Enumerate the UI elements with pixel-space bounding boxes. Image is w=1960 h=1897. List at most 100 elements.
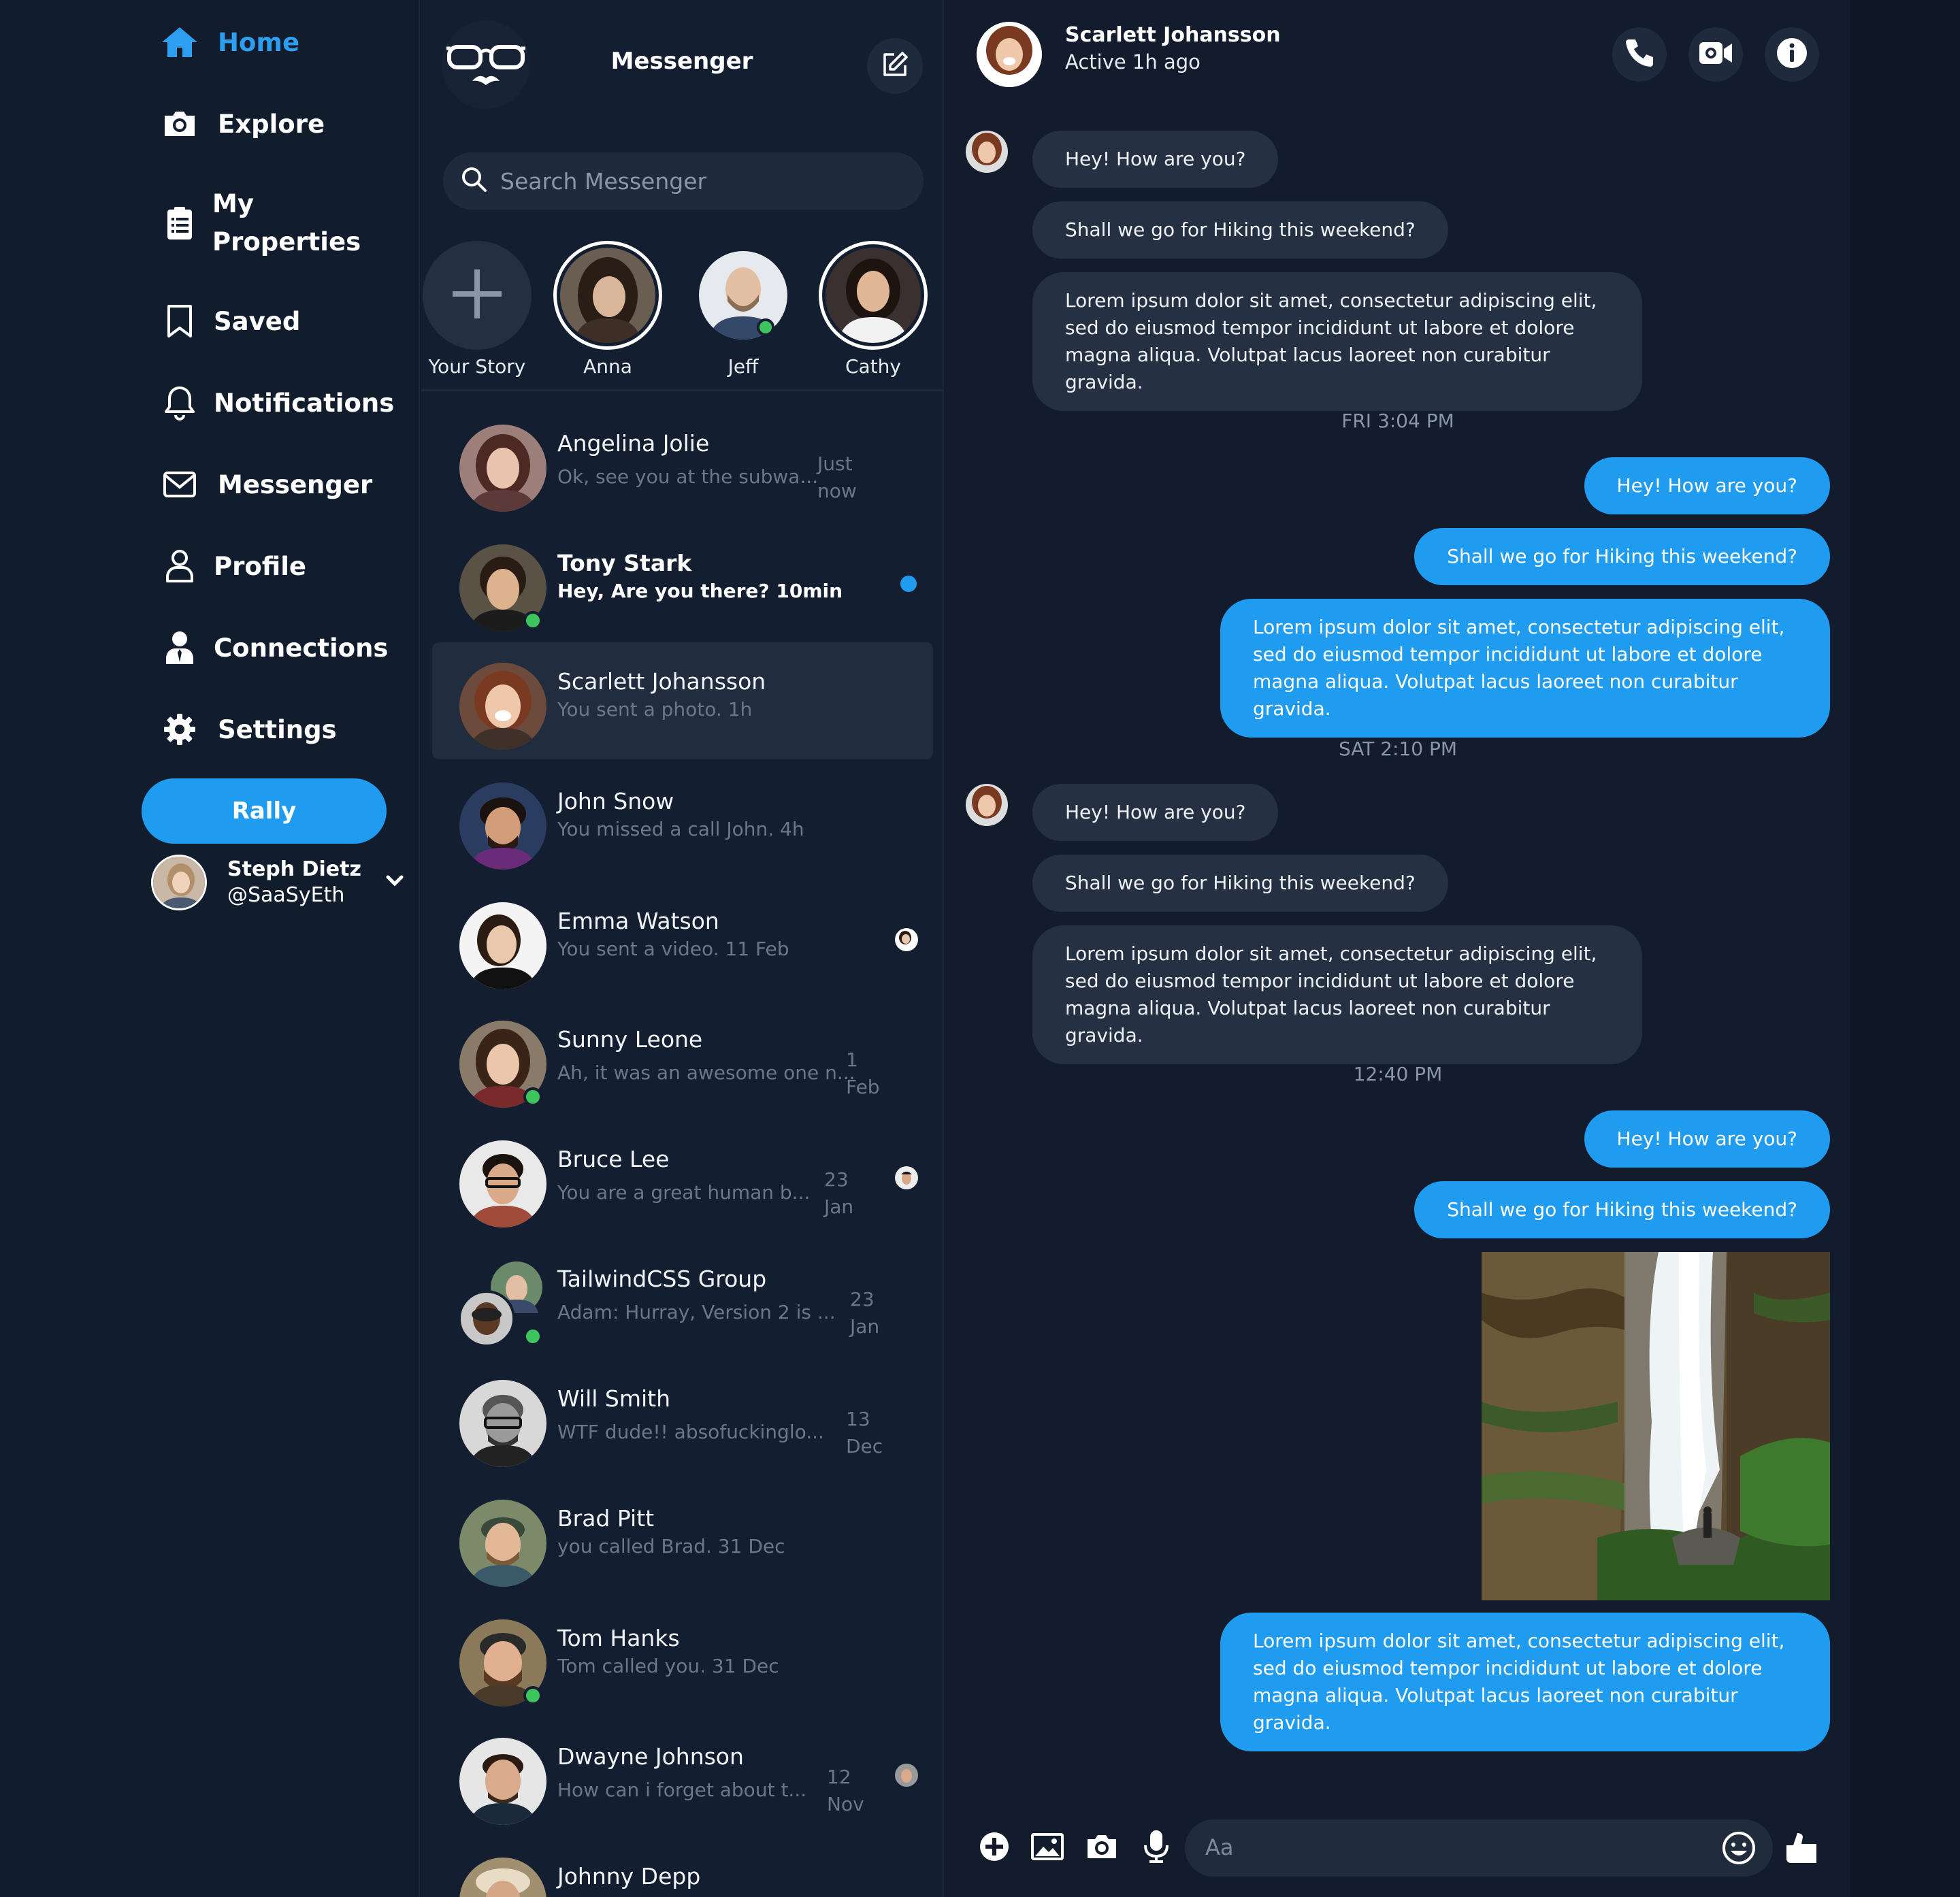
conversation-item[interactable]: Emma Watson You sent a video. 11 Feb [432, 882, 933, 999]
compose-button[interactable] [867, 38, 923, 94]
chevron-down-icon[interactable] [386, 875, 404, 890]
conversation-name: TailwindCSS Group [557, 1266, 767, 1292]
nav-settings[interactable]: Settings [161, 710, 337, 748]
nav-my-properties[interactable]: My Properties [161, 185, 361, 261]
messenger-title: Messenger [610, 48, 753, 75]
sender-avatar [966, 131, 1008, 173]
nav-messenger[interactable]: Messenger [161, 465, 372, 504]
nav-notifications[interactable]: Notifications [161, 384, 394, 422]
user-icon [161, 547, 199, 585]
bookmark-icon [161, 302, 199, 340]
conversation-item[interactable]: Bruce Lee You are a great human b... 23 J… [432, 1120, 933, 1237]
avatar [459, 425, 546, 512]
conversation-item[interactable]: Tony Stark Hey, Are you there? 10min [432, 524, 933, 641]
nav-saved[interactable]: Saved [161, 302, 300, 340]
conversation-preview: WTF dude!! absofuckinglo... [557, 1421, 824, 1443]
message-outgoing: Lorem ipsum dolor sit amet, consectetur … [1220, 599, 1830, 738]
home-icon [161, 23, 199, 61]
like-button[interactable] [1784, 1830, 1819, 1866]
nav-notifications-label: Notifications [214, 388, 395, 418]
conversation-item[interactable]: Dwayne Johnson How can i forget about t.… [432, 1717, 933, 1834]
conversation-time: 1 Feb [846, 1046, 900, 1101]
add-button[interactable] [977, 1830, 1012, 1866]
call-button[interactable] [1612, 27, 1667, 82]
seen-avatar [895, 928, 918, 951]
nav-my-properties-label-1: My [212, 189, 254, 218]
conversation-preview: Adam: Hurray, Version 2 is ... [557, 1301, 836, 1323]
microphone-button[interactable] [1139, 1830, 1174, 1866]
conversation-preview: You sent a video. 11 Feb [557, 938, 789, 960]
story-your-story[interactable]: Your Story [421, 241, 545, 378]
timestamp: FRI 3:04 PM [1341, 410, 1454, 432]
time-line-1: 23 [850, 1288, 875, 1310]
info-button[interactable] [1765, 27, 1819, 82]
camera-icon [1085, 1832, 1119, 1864]
time-line-2: Nov [827, 1793, 864, 1815]
message-input-field[interactable] [1185, 1819, 1773, 1877]
unread-indicator [900, 576, 917, 592]
nav-connections[interactable]: Connections [161, 629, 388, 667]
camera-button[interactable] [1084, 1830, 1120, 1866]
nav-explore[interactable]: Explore [161, 105, 325, 143]
plus-circle-icon [979, 1831, 1010, 1865]
message-incoming: Shall we go for Hiking this weekend? [1032, 201, 1448, 259]
message-outgoing: Hey! How are you? [1584, 1110, 1830, 1168]
time-line-1: Just [817, 452, 853, 475]
conversation-item[interactable]: John Snow You missed a call John. 4h [432, 762, 933, 879]
message-composer [945, 1817, 1850, 1878]
timestamp: 12:40 PM [1353, 1063, 1443, 1085]
conversation-name: Tony Stark [557, 550, 692, 576]
message-photo-waterfall[interactable] [1482, 1252, 1830, 1600]
conversation-item[interactable]: Brad Pitt you called Brad. 31 Dec [432, 1479, 933, 1596]
conversation-time: 12 Nov [827, 1764, 881, 1818]
conversation-item-selected[interactable]: Scarlett Johansson You sent a photo. 1h [432, 642, 933, 759]
conversation-time: 23 Jan [850, 1286, 904, 1340]
nav-settings-label: Settings [218, 714, 337, 744]
clipboard-icon [161, 204, 199, 242]
image-button[interactable] [1030, 1830, 1065, 1866]
story-anna[interactable]: Anna [540, 241, 676, 378]
story-cathy[interactable]: Cathy [805, 241, 941, 378]
message-input[interactable] [1205, 1834, 1682, 1860]
timestamp: SAT 2:10 PM [1338, 738, 1458, 760]
conversation-name: Scarlett Johansson [557, 668, 766, 695]
conversation-item[interactable]: TailwindCSS Group Adam: Hurray, Version … [432, 1240, 933, 1357]
message-outgoing: Shall we go for Hiking this weekend? [1414, 1181, 1830, 1238]
search-bar[interactable] [443, 152, 924, 210]
story-label: Cathy [845, 355, 901, 378]
online-indicator [523, 611, 542, 630]
message-outgoing: Lorem ipsum dolor sit amet, consectetur … [1220, 1613, 1830, 1751]
conversation-item[interactable]: Johnny Depp [432, 1837, 933, 1897]
video-call-button[interactable] [1688, 27, 1743, 82]
time-line-1: 1 [846, 1049, 858, 1071]
story-label: Jeff [728, 355, 759, 378]
nav-home[interactable]: Home [161, 23, 299, 61]
time-line-2: Jan [850, 1315, 880, 1338]
story-jeff[interactable]: Jeff [675, 241, 811, 378]
online-indicator [523, 1327, 542, 1346]
conversation-preview: Ah, it was an awesome one n... [557, 1061, 855, 1084]
conversation-name: Dwayne Johnson [557, 1743, 744, 1770]
smiley-icon[interactable] [1721, 1830, 1757, 1868]
contact-avatar[interactable] [977, 22, 1042, 87]
message-outgoing: Hey! How are you? [1584, 457, 1830, 514]
nav-connections-label: Connections [214, 633, 389, 663]
conversation-item[interactable]: Angelina Jolie Ok, see you at the subwa.… [432, 404, 933, 521]
search-input[interactable] [500, 167, 909, 195]
conversation-preview: Tom called you. 31 Dec [557, 1655, 779, 1677]
info-icon [1776, 37, 1808, 72]
nav-profile[interactable]: Profile [161, 547, 306, 585]
conversation-name: Bruce Lee [557, 1146, 670, 1172]
message-outgoing: Shall we go for Hiking this weekend? [1414, 528, 1830, 585]
conversation-item[interactable]: Tom Hanks Tom called you. 31 Dec [432, 1599, 933, 1716]
conversation-name: Brad Pitt [557, 1505, 655, 1532]
conversation-preview: Hey, Are you there? 10min [557, 580, 843, 602]
edit-icon [881, 50, 909, 82]
avatar [459, 1500, 546, 1587]
current-user[interactable]: Steph Dietz @SaaSyEth [151, 855, 404, 910]
nav-my-properties-label-2: Properties [212, 227, 361, 257]
conversation-item[interactable]: Will Smith WTF dude!! absofuckinglo... 1… [432, 1359, 933, 1477]
rally-button[interactable]: Rally [142, 778, 387, 844]
message-incoming: Hey! How are you? [1032, 784, 1279, 841]
conversation-item[interactable]: Sunny Leone Ah, it was an awesome one n.… [432, 1000, 933, 1117]
